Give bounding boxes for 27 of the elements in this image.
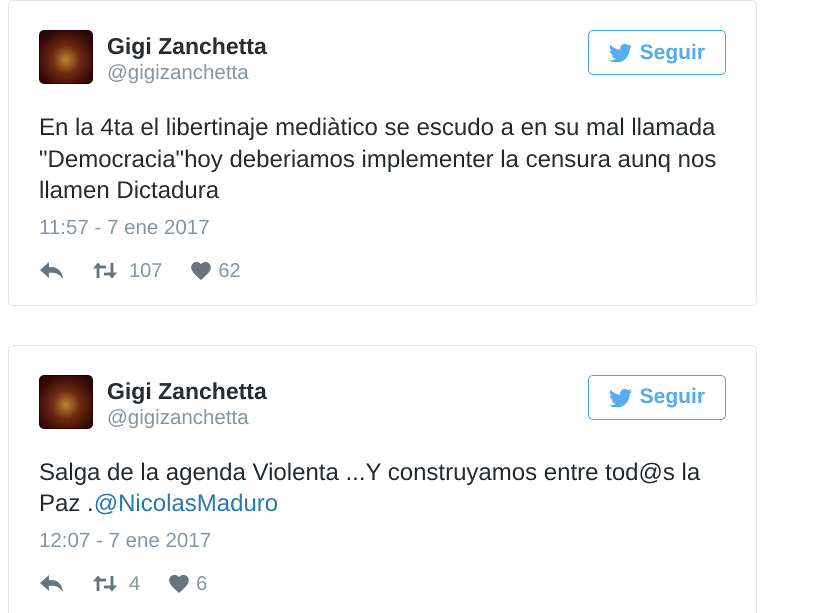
author-name[interactable]: Gigi Zanchetta bbox=[107, 378, 267, 404]
reply-icon bbox=[40, 262, 63, 279]
like-button[interactable]: 6 bbox=[169, 572, 208, 596]
retweet-icon bbox=[93, 575, 117, 592]
retweet-button[interactable]: 4 bbox=[93, 572, 140, 596]
tweet-text: Salga de la agenda Violenta ...Y construyamos entre tod@s la Paz .@NicolasMaduro bbox=[39, 458, 702, 519]
follow-button[interactable]: Seguir bbox=[588, 30, 726, 75]
bird-icon bbox=[608, 388, 632, 406]
retweet-icon bbox=[93, 262, 117, 279]
author-handle[interactable]: @gigizanchetta bbox=[107, 60, 267, 85]
heart-icon bbox=[169, 574, 190, 592]
tweet-text: En la 4ta el libertinaje mediàtico se escudo a en su mal llamada "Democracia"hoy deberiamos implementer la censura aunq nos llamen Dictadura bbox=[39, 113, 718, 206]
tweet-timestamp[interactable]: 11:57 - 7 ene 2017 bbox=[39, 216, 210, 240]
heart-icon bbox=[191, 262, 212, 280]
reply-button[interactable] bbox=[40, 575, 63, 592]
avatar-image bbox=[39, 30, 93, 84]
bird-icon bbox=[608, 43, 632, 62]
avatar-image bbox=[39, 374, 93, 428]
tweet-timestamp[interactable]: 12:07 - 7 ene 2017 bbox=[39, 528, 212, 552]
follow-button[interactable]: Seguir bbox=[588, 374, 726, 420]
reply-icon bbox=[40, 575, 63, 592]
like-button[interactable]: 62 bbox=[191, 258, 241, 282]
retweet-button[interactable]: 107 bbox=[93, 258, 162, 282]
reply-button[interactable] bbox=[40, 262, 63, 279]
author-name[interactable]: Gigi Zanchetta bbox=[107, 33, 267, 60]
author-handle[interactable]: @gigizanchetta bbox=[107, 404, 267, 430]
mention-link[interactable]: @NicolasMaduro bbox=[94, 490, 278, 517]
